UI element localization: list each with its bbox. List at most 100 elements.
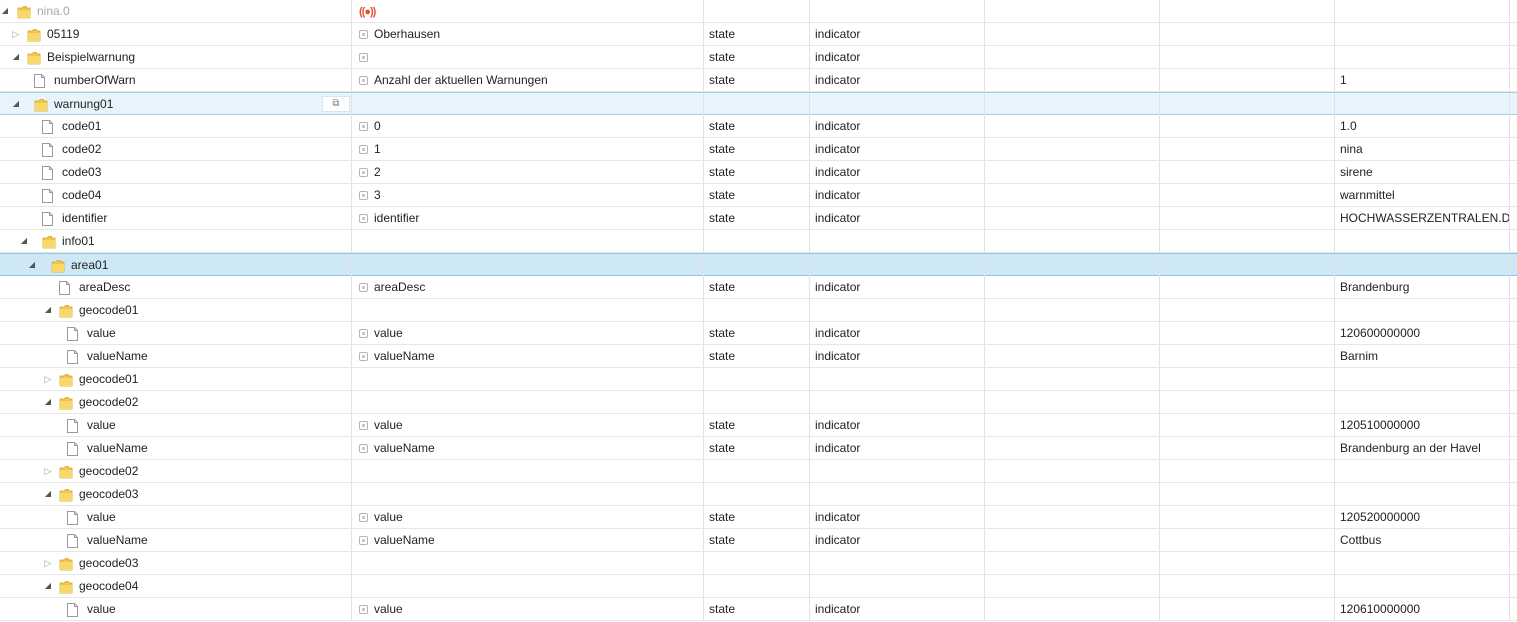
object-role: indicator [815, 510, 861, 524]
tree-row[interactable]: ◢ geocode03 [0, 483, 1517, 506]
object-value: 120600000000 [1340, 326, 1421, 340]
triangle-down-icon[interactable]: ◢ [11, 46, 21, 68]
tree-row[interactable]: value value state indicator 120600000000 [0, 322, 1517, 345]
tree-row[interactable]: numberOfWarn Anzahl der aktuellen Warnung… [0, 69, 1517, 92]
edge-cell [1510, 276, 1517, 298]
value-cell[interactable] [1335, 575, 1510, 597]
folder-icon [59, 372, 73, 387]
value-cell[interactable]: Brandenburg an der Havel [1335, 437, 1510, 459]
triangle-down-icon[interactable]: ◢ [43, 483, 53, 505]
triangle-right-icon[interactable]: ▷ [43, 552, 53, 574]
value-cell[interactable]: 120600000000 [1335, 322, 1510, 344]
edge-cell [1510, 0, 1517, 22]
tree-row[interactable]: areaDesc areaDesc state indicator Brandenbur… [0, 276, 1517, 299]
edge-cell [1510, 322, 1517, 344]
tree-row[interactable]: valueName valueName state indicator Cottbus [0, 529, 1517, 552]
value-cell[interactable]: 120520000000 [1335, 506, 1510, 528]
triangle-down-icon[interactable]: ◢ [0, 0, 10, 22]
value-cell[interactable]: 120610000000 [1335, 598, 1510, 620]
value-cell[interactable] [1335, 483, 1510, 505]
object-value: 120610000000 [1340, 602, 1421, 616]
folder-icon [27, 27, 41, 42]
id-cell: ▷ 05119 [0, 23, 352, 45]
triangle-down-icon[interactable]: ◢ [27, 254, 37, 276]
tree-row[interactable]: value value state indicator 120510000000 [0, 414, 1517, 437]
triangle-right-icon[interactable]: ▷ [43, 368, 53, 390]
object-type-cell: state [704, 161, 810, 183]
object-value: HOCHWASSERZENTRALEN.DE.BE [1340, 211, 1510, 225]
object-value: 120520000000 [1340, 510, 1421, 524]
folder-icon [34, 97, 48, 112]
empty-cell [985, 529, 1160, 551]
triangle-down-icon[interactable]: ◢ [43, 575, 53, 597]
value-cell[interactable] [1335, 299, 1510, 321]
tree-row[interactable]: ▷ geocode01 [0, 368, 1517, 391]
value-cell[interactable] [1335, 460, 1510, 482]
edge-cell [1510, 46, 1517, 68]
empty-cell [1160, 598, 1335, 620]
value-cell[interactable]: 1 [1335, 69, 1510, 91]
value-cell[interactable]: 120510000000 [1335, 414, 1510, 436]
value-cell[interactable] [1335, 46, 1510, 68]
triangle-right-icon[interactable]: ▷ [43, 460, 53, 482]
triangle-down-icon[interactable]: ◢ [43, 299, 53, 321]
tree-row[interactable]: ▷ geocode03 [0, 552, 1517, 575]
value-cell[interactable] [1335, 230, 1510, 252]
object-type-cell: state [704, 322, 810, 344]
state-icon [359, 191, 368, 200]
empty-cell [985, 115, 1160, 137]
tree-row[interactable]: ◢ info01 [0, 230, 1517, 253]
object-role-cell [810, 93, 985, 115]
value-cell[interactable]: 1.0 [1335, 115, 1510, 137]
copy-icon[interactable]: ⧉ [322, 96, 350, 112]
value-cell[interactable]: Barnim [1335, 345, 1510, 367]
tree-row[interactable]: valueName valueName state indicator Brandenb… [0, 437, 1517, 460]
edge-cell [1510, 575, 1517, 597]
value-cell[interactable] [1335, 391, 1510, 413]
value-cell[interactable] [1335, 368, 1510, 390]
triangle-down-icon[interactable]: ◢ [11, 93, 21, 115]
tree-row[interactable]: code01 0 state indicator 1.0 [0, 115, 1517, 138]
tree-row[interactable]: ◢ geocode01 [0, 299, 1517, 322]
value-cell[interactable]: Cottbus [1335, 529, 1510, 551]
object-name: value [374, 602, 403, 616]
tree-row[interactable]: value value state indicator 120610000000 [0, 598, 1517, 621]
value-cell[interactable]: warnmittel [1335, 184, 1510, 206]
tree-row[interactable]: code02 1 state indicator nina [0, 138, 1517, 161]
value-cell[interactable] [1335, 254, 1510, 276]
tree-row[interactable]: code03 2 state indicator sirene [0, 161, 1517, 184]
tree-row[interactable]: value value state indicator 120520000000 [0, 506, 1517, 529]
value-cell[interactable] [1335, 93, 1510, 115]
tree-row[interactable]: identifier identifier state indicator HOCHWA… [0, 207, 1517, 230]
object-id: valueName [87, 349, 148, 363]
name-cell [352, 552, 704, 574]
value-cell[interactable]: nina [1335, 138, 1510, 160]
value-cell[interactable]: Brandenburg [1335, 276, 1510, 298]
tree-row[interactable]: ◢ geocode02 [0, 391, 1517, 414]
empty-cell [1160, 276, 1335, 298]
tree-row[interactable]: ◢ warnung01 ⧉ [0, 92, 1517, 115]
tree-row[interactable]: ◢ nina.0 ((●)) [0, 0, 1517, 23]
triangle-down-icon[interactable]: ◢ [43, 391, 53, 413]
tree-row[interactable]: ◢ Beispielwarnung state indicator [0, 46, 1517, 69]
file-icon [42, 142, 53, 157]
state-icon [359, 605, 368, 614]
tree-row[interactable]: ◢ geocode04 [0, 575, 1517, 598]
value-cell[interactable]: HOCHWASSERZENTRALEN.DE.BE [1335, 207, 1510, 229]
value-cell[interactable] [1335, 23, 1510, 45]
tree-row[interactable]: ◢ area01 [0, 253, 1517, 276]
folder-icon [27, 50, 41, 65]
name-cell: value [352, 598, 704, 620]
tree-row[interactable]: code04 3 state indicator warnmittel [0, 184, 1517, 207]
file-icon [42, 188, 53, 203]
tree-row[interactable]: ▷ 05119 Oberhausen state indicator [0, 23, 1517, 46]
tree-row[interactable]: ▷ geocode02 [0, 460, 1517, 483]
id-cell: ◢ geocode02 [0, 391, 352, 413]
value-cell[interactable] [1335, 552, 1510, 574]
value-cell[interactable] [1335, 0, 1510, 22]
value-cell[interactable]: sirene [1335, 161, 1510, 183]
triangle-right-icon[interactable]: ▷ [11, 23, 21, 45]
object-name: Oberhausen [374, 27, 441, 41]
triangle-down-icon[interactable]: ◢ [19, 230, 29, 252]
tree-row[interactable]: valueName valueName state indicator Barnim [0, 345, 1517, 368]
